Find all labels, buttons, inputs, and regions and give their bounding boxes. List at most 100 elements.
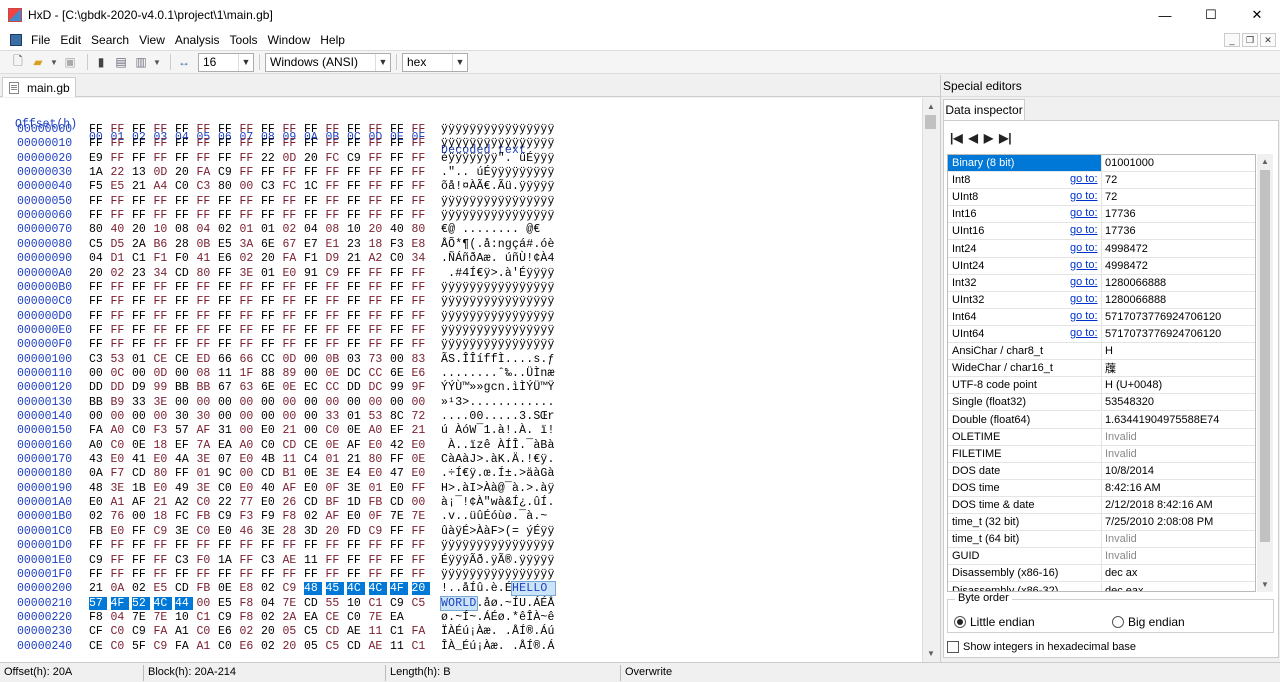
hex-byte[interactable]: 00	[197, 396, 215, 409]
hex-byte[interactable]: 0F	[369, 510, 387, 523]
hex-byte[interactable]: 40	[111, 223, 129, 236]
hex-byte[interactable]: FF	[261, 324, 279, 337]
doc-close-icon[interactable]: ✕	[1260, 33, 1276, 47]
hex-byte[interactable]: 00	[304, 367, 322, 380]
hex-byte[interactable]: 00	[390, 396, 408, 409]
hex-byte[interactable]: FF	[89, 295, 107, 308]
hex-byte[interactable]: FF	[326, 137, 344, 150]
open-file-icon[interactable]: ▰	[30, 54, 46, 70]
hex-byte[interactable]: 00	[304, 410, 322, 423]
hex-byte[interactable]: FB	[89, 525, 107, 538]
hex-byte[interactable]: FF	[283, 123, 301, 136]
hex-byte[interactable]: FA	[197, 166, 215, 179]
hex-byte[interactable]: FB	[197, 582, 215, 595]
hex-byte[interactable]: B9	[111, 396, 129, 409]
hex-byte[interactable]: 9F	[412, 381, 430, 394]
hex-byte[interactable]: 00	[347, 396, 365, 409]
hex-byte[interactable]: 80	[154, 467, 172, 480]
hex-byte[interactable]: FF	[390, 554, 408, 567]
inspector-row[interactable]: Int64 go to: 5717073776924706120	[948, 308, 1255, 326]
menu-file[interactable]: File	[26, 33, 55, 47]
hex-byte[interactable]: FF	[412, 281, 430, 294]
hex-byte[interactable]: 0E	[283, 381, 301, 394]
hex-byte[interactable]: FF	[326, 568, 344, 581]
decoded-text[interactable]: .#4Í€ÿ>.à'Éÿÿÿÿ	[441, 267, 555, 280]
hex-byte[interactable]: FF	[326, 123, 344, 136]
hex-byte[interactable]: FF	[175, 209, 193, 222]
hex-byte[interactable]: FF	[369, 324, 387, 337]
hex-byte[interactable]: AE	[283, 554, 301, 567]
hex-byte[interactable]: FC	[175, 510, 193, 523]
hex-byte[interactable]: FF	[347, 539, 365, 552]
hex-byte[interactable]: E0	[261, 496, 279, 509]
hex-byte[interactable]: 00	[390, 353, 408, 366]
decoded-text[interactable]: ........ˆ‰..ÜÌnæ	[441, 367, 555, 380]
hex-byte[interactable]: FF	[390, 324, 408, 337]
inspector-field-value[interactable]: 1280066888	[1105, 275, 1166, 291]
hex-byte[interactable]: FF	[89, 338, 107, 351]
hex-byte[interactable]: 80	[412, 223, 430, 236]
goto-link[interactable]: go to:	[1070, 293, 1098, 305]
decoded-text[interactable]: H>.àI>Àà@¯à.>.àÿ	[441, 482, 555, 495]
hex-byte[interactable]: CD	[175, 267, 193, 280]
hex-byte[interactable]: FA	[89, 424, 107, 437]
hex-scrollbar[interactable]: ▲ ▼	[922, 98, 938, 662]
hex-byte[interactable]: FF	[132, 281, 150, 294]
hex-byte[interactable]: 00	[132, 510, 150, 523]
hex-byte[interactable]: DC	[369, 381, 387, 394]
decoded-text[interactable]: »¹3>............	[441, 396, 555, 409]
hex-byte[interactable]: 76	[111, 510, 129, 523]
hex-byte[interactable]: 04	[111, 611, 129, 624]
hex-byte[interactable]: 00	[326, 396, 344, 409]
hex-byte[interactable]: FF	[111, 137, 129, 150]
hex-byte[interactable]: EC	[304, 381, 322, 394]
hex-byte[interactable]: FF	[154, 209, 172, 222]
hex-byte[interactable]: FF	[154, 324, 172, 337]
hex-byte[interactable]: E8	[412, 238, 430, 251]
hex-byte[interactable]: E0	[369, 467, 387, 480]
hex-byte[interactable]: 20	[132, 223, 150, 236]
hex-byte[interactable]: 1B	[132, 482, 150, 495]
hex-byte[interactable]: FF	[197, 281, 215, 294]
goto-link[interactable]: go to:	[1070, 242, 1098, 254]
hex-byte[interactable]: C5	[412, 597, 430, 610]
hex-byte[interactable]: FF	[369, 166, 387, 179]
hex-byte[interactable]: 0F	[326, 482, 344, 495]
hex-byte[interactable]: FF	[111, 338, 129, 351]
hex-byte[interactable]: 00	[132, 367, 150, 380]
hex-byte[interactable]: E5	[111, 180, 129, 193]
hex-byte[interactable]: 67	[218, 381, 236, 394]
hex-byte[interactable]: 03	[347, 353, 365, 366]
inspector-field-value[interactable]: 4998472	[1105, 241, 1148, 257]
decoded-text[interactable]: ÎÀ_Éú¡Àæ. .ÅÍ®.Á	[441, 640, 555, 653]
hex-byte[interactable]: 40	[261, 482, 279, 495]
menu-view[interactable]: View	[134, 33, 170, 47]
hex-byte[interactable]: AE	[347, 625, 365, 638]
hex-byte[interactable]: FF	[283, 324, 301, 337]
hex-byte[interactable]: 2A	[132, 238, 150, 251]
hex-byte[interactable]: 44	[175, 596, 193, 610]
last-icon[interactable]: ▶|	[999, 131, 1012, 145]
hex-byte[interactable]: FF	[175, 137, 193, 150]
hex-byte[interactable]: 20	[175, 166, 193, 179]
inspector-row[interactable]: UInt24 go to: 4998472	[948, 257, 1255, 275]
hex-byte[interactable]: 00	[240, 410, 258, 423]
hex-byte[interactable]: 22	[261, 152, 279, 165]
hex-byte[interactable]: CD	[175, 582, 193, 595]
decoded-text[interactable]: ÉÿÿÿÃð.ÿÃ®.ÿÿÿÿÿ	[441, 554, 555, 567]
hex-byte[interactable]: FF	[154, 310, 172, 323]
hex-byte[interactable]: FF	[347, 324, 365, 337]
hex-byte[interactable]: FF	[197, 137, 215, 150]
next-icon[interactable]: ▶	[984, 131, 993, 145]
hex-byte[interactable]: 21	[347, 453, 365, 466]
decoded-text[interactable]: ....00.....3.SŒr	[441, 410, 555, 423]
hex-byte[interactable]: F8	[240, 611, 258, 624]
hex-byte[interactable]: 00	[89, 410, 107, 423]
hex-byte[interactable]: FF	[218, 338, 236, 351]
inspector-field-value[interactable]: H	[1105, 343, 1113, 359]
menu-edit[interactable]: Edit	[55, 33, 86, 47]
hex-byte[interactable]: 1A	[89, 166, 107, 179]
hex-byte[interactable]: FF	[132, 137, 150, 150]
inspector-row[interactable]: WideChar / char16_t 䕈	[948, 360, 1255, 378]
hex-byte[interactable]: 01	[369, 482, 387, 495]
